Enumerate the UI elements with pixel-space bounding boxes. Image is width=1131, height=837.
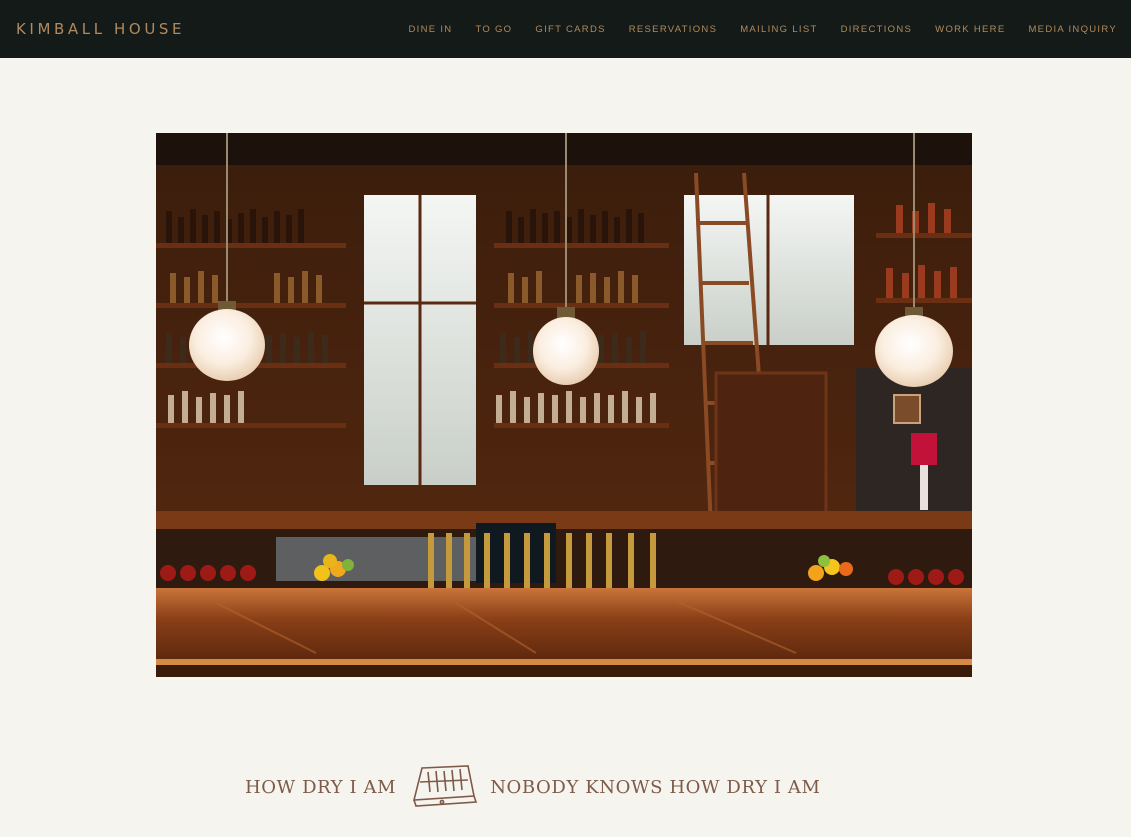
nav-directions[interactable]: DIRECTIONS xyxy=(841,24,913,35)
nav-to-go[interactable]: TO GO xyxy=(475,24,512,35)
tagline-right-text: NOBODY KNOWS HOW DRY I AM xyxy=(490,776,821,798)
hero-bar-photo xyxy=(156,133,972,677)
tagline: HOW DRY I AM NOBODY KNOWS HOW DRY I AM xyxy=(245,764,885,810)
nav-gift-cards[interactable]: GIFT CARDS xyxy=(535,24,605,35)
nav-reservations[interactable]: RESERVATIONS xyxy=(629,24,717,35)
main-nav: DINE IN TO GO GIFT CARDS RESERVATIONS MA… xyxy=(386,24,1118,35)
site-logo[interactable]: KIMBALL HOUSE xyxy=(16,20,185,38)
tagline-left-text: HOW DRY I AM xyxy=(245,776,397,798)
nav-work-here[interactable]: WORK HERE xyxy=(935,24,1005,35)
nav-dine-in[interactable]: DINE IN xyxy=(409,24,453,35)
cash-register-icon xyxy=(408,762,480,813)
top-navigation-bar: KIMBALL HOUSE DINE IN TO GO GIFT CARDS R… xyxy=(0,0,1131,58)
nav-mailing-list[interactable]: MAILING LIST xyxy=(740,24,817,35)
nav-media-inquiry[interactable]: MEDIA INQUIRY xyxy=(1028,24,1117,35)
bar-interior-illustration xyxy=(156,133,972,677)
